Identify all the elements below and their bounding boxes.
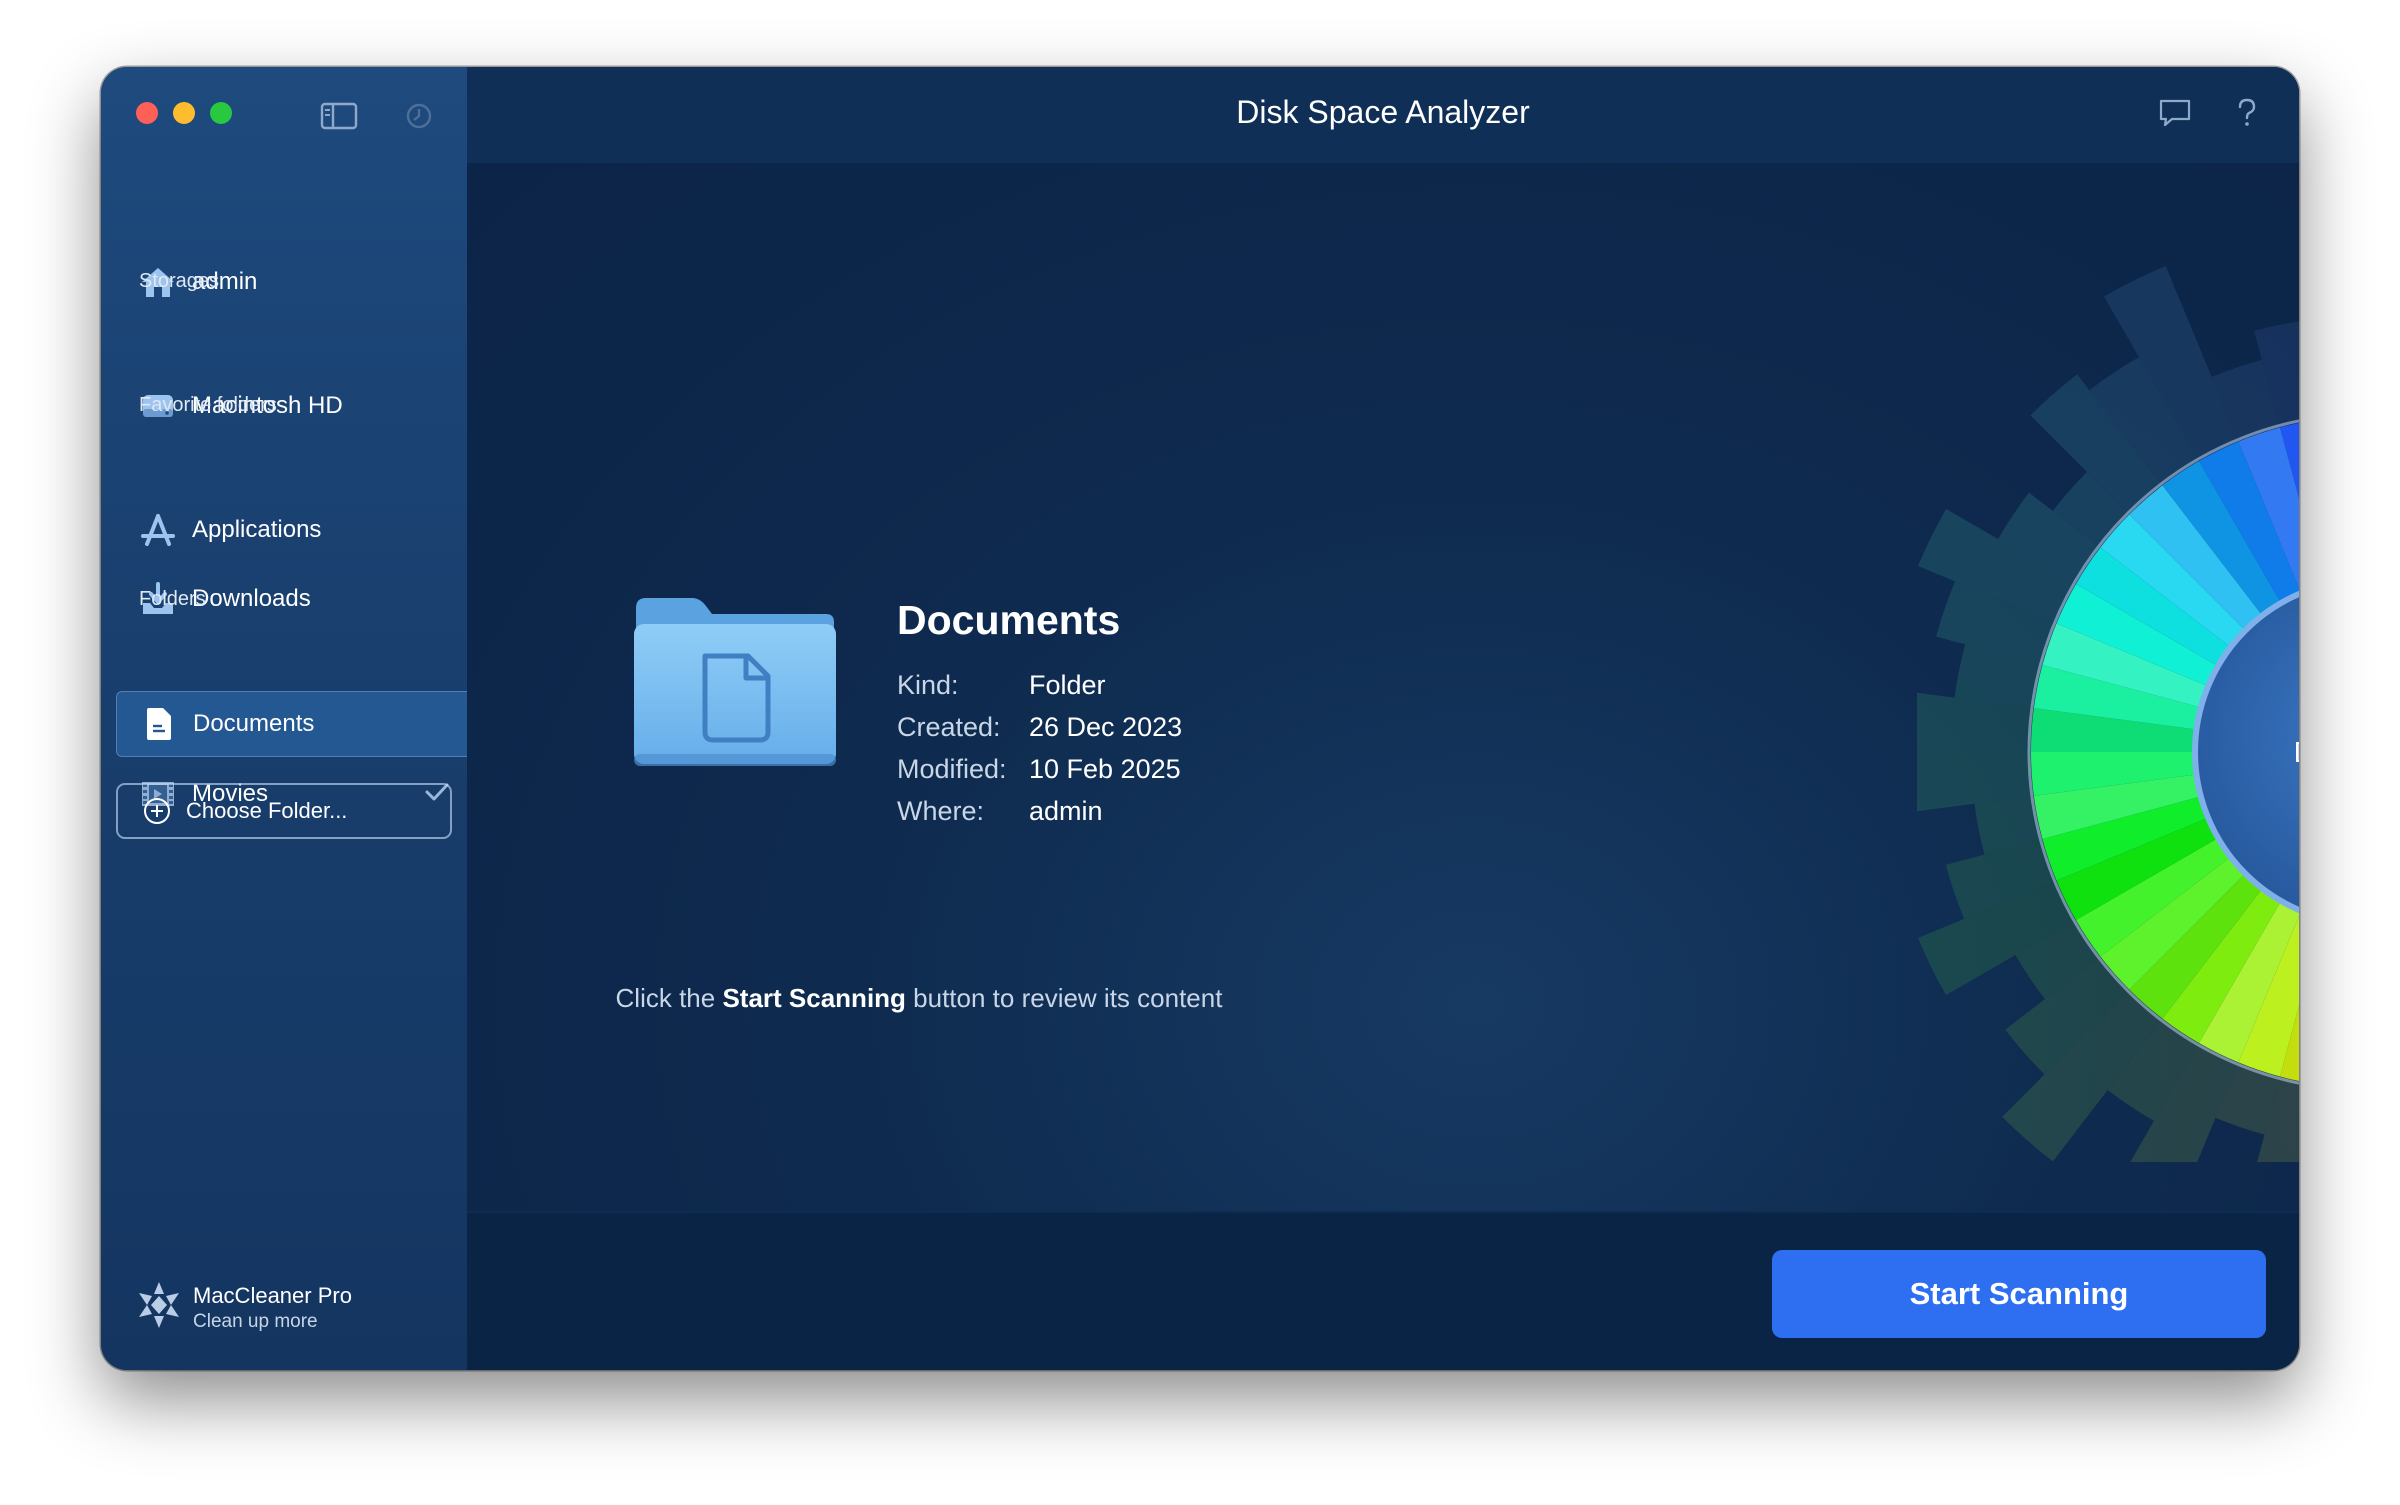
kind-value: Folder	[1029, 669, 1106, 700]
choose-folder-label: Choose Folder...	[186, 798, 348, 823]
created-label: Created:	[897, 711, 1001, 742]
window-controls	[136, 102, 232, 124]
scan-hint: Click the Start Scanning button to revie…	[467, 983, 1371, 1014]
modified-row: Modified: 10 Feb 2025	[897, 748, 1182, 790]
history-icon[interactable]	[404, 101, 434, 136]
sunburst-chart: Documents	[1917, 266, 2299, 1162]
window-title: Disk Space Analyzer	[1236, 94, 1530, 130]
applications-icon	[138, 510, 178, 550]
folder-name: Documents	[897, 597, 1121, 643]
maccleaner-promo[interactable]: MacCleaner Pro Clean up more	[137, 1280, 352, 1335]
zoom-window-button[interactable]	[210, 102, 232, 124]
folder-properties: Kind: Folder Created: 26 Dec 2023 Modifi…	[897, 664, 1182, 832]
sidebar: admin Storages Macintosh HD Favorite fol…	[101, 67, 469, 1370]
created-value: 26 Dec 2023	[1029, 711, 1183, 742]
start-scanning-button[interactable]: Start Scanning	[1772, 1250, 2266, 1338]
brand-tagline: Clean up more	[193, 1310, 318, 1332]
sidebar-item-label: Documents	[193, 710, 315, 737]
title-bar: Disk Space Analyzer	[467, 67, 2299, 163]
feedback-icon[interactable]	[2158, 97, 2192, 134]
hint-emphasis: Start Scanning	[722, 983, 906, 1013]
where-row: Where: admin	[897, 790, 1182, 832]
sidebar-item-applications[interactable]: Applications	[116, 497, 467, 563]
plus-circle-icon	[142, 796, 172, 826]
sunburst-center-label: Documents	[2294, 737, 2299, 769]
hint-suffix: button to review its content	[905, 983, 1223, 1013]
choose-folder-button[interactable]: Choose Folder...	[116, 783, 452, 839]
kind-row: Kind: Folder	[897, 664, 1182, 706]
brand-name: MacCleaner Pro	[193, 1282, 352, 1308]
minimize-window-button[interactable]	[173, 102, 195, 124]
modified-label: Modified:	[897, 753, 1007, 784]
close-window-button[interactable]	[136, 102, 158, 124]
created-row: Created: 26 Dec 2023	[897, 706, 1182, 748]
modified-value: 10 Feb 2025	[1029, 753, 1181, 784]
maccleaner-logo-icon	[137, 1280, 181, 1335]
storages-header: Storages	[139, 270, 220, 292]
sidebar-toggle-icon[interactable]	[320, 101, 358, 136]
sidebar-item-documents[interactable]: Documents	[116, 691, 467, 757]
folder-icon	[630, 594, 840, 777]
kind-label: Kind:	[897, 669, 959, 700]
where-label: Where:	[897, 795, 985, 826]
help-icon[interactable]	[2235, 97, 2259, 134]
document-icon	[139, 704, 179, 744]
where-value: admin	[1029, 795, 1103, 826]
hint-prefix: Click the	[615, 983, 723, 1013]
main-panel: Disk Space Analyzer Documents Docu	[467, 67, 2299, 1370]
favorite-folders-header: Favorite folders	[139, 394, 277, 416]
app-window: admin Storages Macintosh HD Favorite fol…	[101, 67, 2299, 1370]
sidebar-item-label: Downloads	[192, 585, 311, 612]
folders-header: Folders	[139, 588, 206, 610]
sidebar-item-label: Applications	[192, 516, 322, 543]
